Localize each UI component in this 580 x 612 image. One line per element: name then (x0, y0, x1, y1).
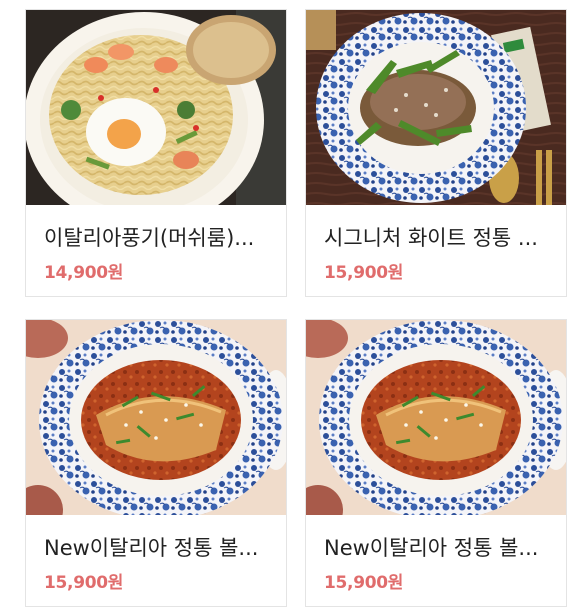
product-photo-2[interactable] (306, 10, 566, 205)
bolognese-lasagna-photo (306, 320, 566, 515)
product-photo-4[interactable] (306, 320, 566, 515)
product-grid: 이탈리아풍기(머쉬룸)... 14,900원 시그니처 화이트 정통 ... 1… (0, 0, 580, 612)
product-name[interactable]: 시그니처 화이트 정통 ... (324, 224, 552, 252)
product-card-4[interactable]: New이탈리아 정통 볼... 15,900원 (305, 319, 567, 607)
product-price: 15,900원 (44, 573, 124, 593)
product-price: 15,900원 (324, 263, 404, 283)
product-name[interactable]: New이탈리아 정통 볼... (44, 534, 272, 562)
product-price: 14,900원 (44, 263, 124, 283)
shrimp-pasta-photo (26, 10, 286, 205)
bolognese-lasagna-photo (26, 320, 286, 515)
product-photo-3[interactable] (26, 320, 286, 515)
product-name[interactable]: New이탈리아 정통 볼... (324, 534, 552, 562)
product-photo-1[interactable] (26, 10, 286, 205)
product-price: 15,900원 (324, 573, 404, 593)
product-card-2[interactable]: 시그니처 화이트 정통 ... 15,900원 (305, 9, 567, 297)
product-name[interactable]: 이탈리아풍기(머쉬룸)... (44, 224, 272, 252)
risotto-arugula-photo (306, 10, 566, 205)
product-card-3[interactable]: New이탈리아 정통 볼... 15,900원 (25, 319, 287, 607)
product-card-1[interactable]: 이탈리아풍기(머쉬룸)... 14,900원 (25, 9, 287, 297)
